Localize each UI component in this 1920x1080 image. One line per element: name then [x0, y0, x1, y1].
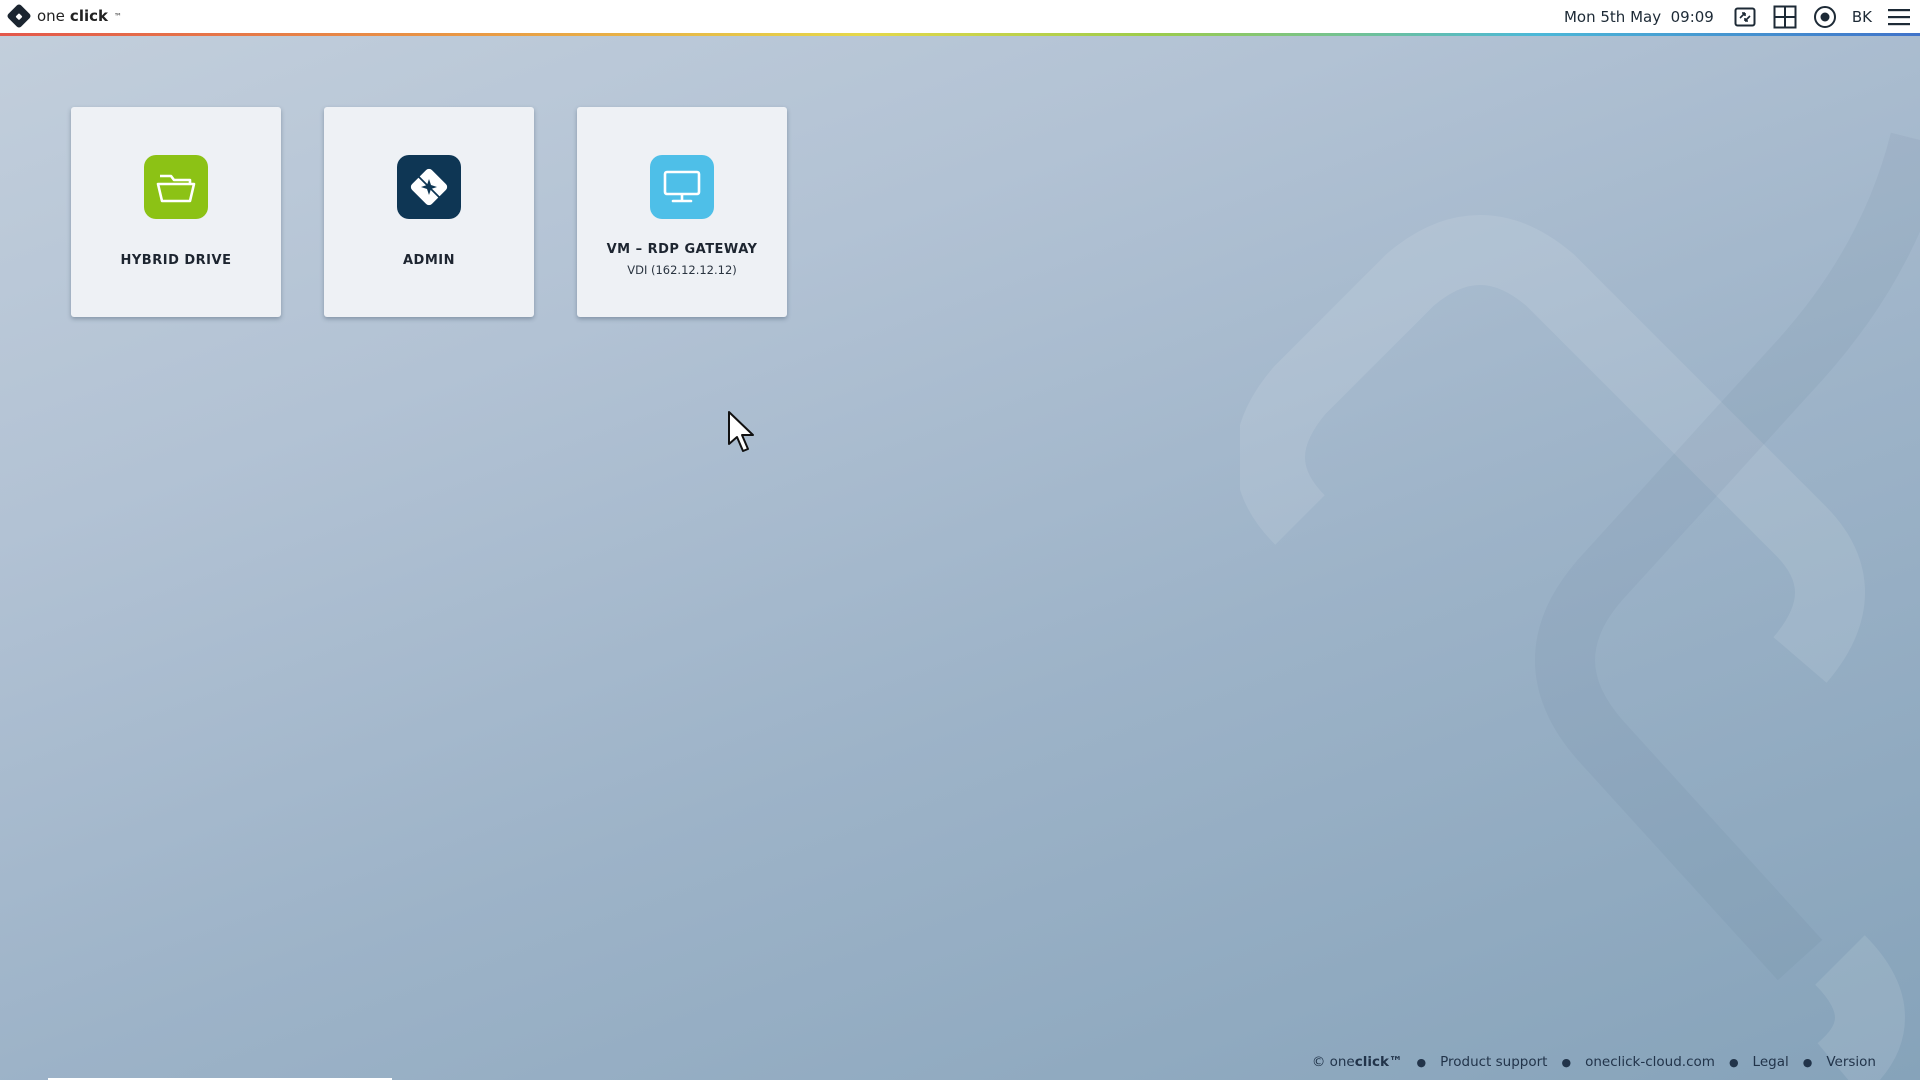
footer-link-product-support[interactable]: Product support	[1440, 1054, 1547, 1070]
hamburger-menu-icon[interactable]	[1886, 4, 1912, 30]
tile-title: VM – RDP GATEWAY	[606, 242, 758, 257]
footer: © oneclick™ ● Product support ● oneclick…	[1312, 1054, 1876, 1070]
top-bar: one click ™ Mon 5th May 09:09 BK	[0, 0, 1920, 33]
tile-subtitle: VDI (162.12.12.12)	[627, 263, 737, 277]
logo-text-one: one	[37, 7, 65, 25]
top-bar-right: Mon 5th May 09:09 BK	[1564, 0, 1912, 33]
logo-text-click: click	[69, 7, 108, 25]
footer-link-website[interactable]: oneclick-cloud.com	[1585, 1054, 1715, 1070]
oneclick-logo-icon	[6, 3, 32, 29]
footer-separator: ●	[1802, 1055, 1813, 1069]
hybrid-drive-icon-box	[144, 155, 208, 219]
footer-link-version[interactable]: Version	[1826, 1054, 1876, 1070]
logo-trademark: ™	[113, 11, 122, 21]
time-label: 09:09	[1670, 7, 1714, 26]
accent-strip	[0, 33, 1920, 36]
footer-separator: ●	[1728, 1055, 1739, 1069]
footer-copyright: © oneclick™	[1311, 1054, 1403, 1070]
mouse-cursor-icon	[728, 411, 754, 452]
vm-icon-box	[650, 155, 714, 219]
tile-title: ADMIN	[402, 253, 455, 268]
app-grid-icon[interactable]	[1772, 4, 1798, 30]
oneclick-admin-icon	[410, 168, 448, 206]
date-label: Mon 5th May	[1563, 7, 1662, 26]
footer-separator: ●	[1561, 1055, 1572, 1069]
tile-title: HYBRID DRIVE	[120, 253, 232, 268]
monitor-icon	[663, 170, 701, 203]
user-initials[interactable]: BK	[1852, 8, 1872, 26]
folder-icon	[156, 174, 196, 203]
remote-session-icon[interactable]	[1732, 4, 1758, 30]
record-icon[interactable]	[1812, 4, 1838, 30]
tile-vm-rdp-gateway[interactable]: VM – RDP GATEWAY VDI (162.12.12.12)	[577, 107, 787, 317]
tile-hybrid-drive[interactable]: HYBRID DRIVE	[71, 107, 281, 317]
oneclick-logo[interactable]: one click ™	[6, 3, 122, 29]
admin-icon-box	[397, 155, 461, 219]
footer-separator: ●	[1416, 1055, 1427, 1069]
footer-link-legal[interactable]: Legal	[1753, 1054, 1789, 1070]
background-watermark	[1240, 132, 1920, 1080]
date-time: Mon 5th May 09:09	[1564, 8, 1714, 26]
tile-admin[interactable]: ADMIN	[324, 107, 534, 317]
